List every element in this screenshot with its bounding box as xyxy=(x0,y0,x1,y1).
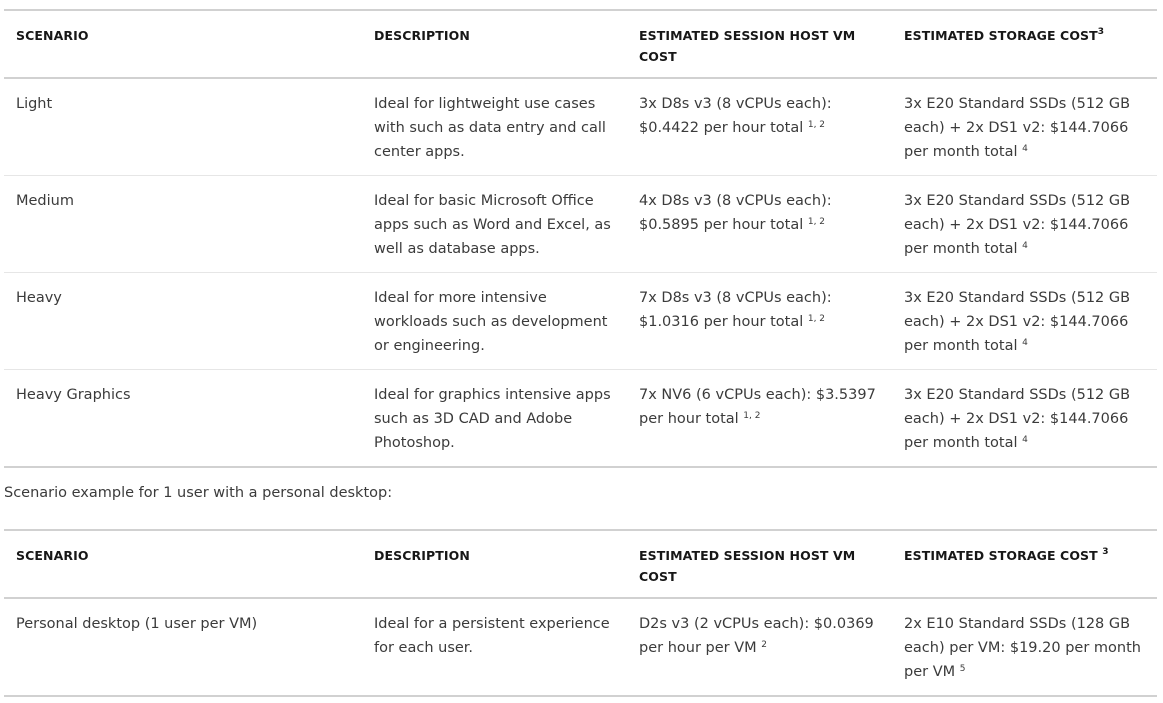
footnote-ref: 5 xyxy=(959,664,966,674)
cell-text: 2x E10 Standard SSDs (128 GB each) per V… xyxy=(904,616,1141,680)
content: SCENARIO DESCRIPTION ESTIMATED SESSION H… xyxy=(4,9,1157,697)
header-label: SCENARIO xyxy=(16,28,89,43)
footnote-ref: 1, 2 xyxy=(743,411,761,421)
cell-text: 3x D8s v3 (8 vCPUs each): $0.4422 per ho… xyxy=(639,96,832,136)
footnote-ref: 3 xyxy=(1102,547,1109,557)
footnote-ref: 4 xyxy=(1022,435,1028,445)
personal-desktop-caption: Scenario example for 1 user with a perso… xyxy=(4,485,393,501)
header-label: DESCRIPTION xyxy=(374,28,470,43)
header-scenario: SCENARIO xyxy=(4,10,362,78)
header-label: ESTIMATED STORAGE COST xyxy=(904,548,1103,563)
cell-storage-cost: 3x E20 Standard SSDs (512 GB each) + 2x … xyxy=(892,176,1157,273)
header-storage-cost: ESTIMATED STORAGE COST 3 xyxy=(892,530,1157,598)
header-label: DESCRIPTION xyxy=(374,548,470,563)
footnote-ref: 1, 2 xyxy=(807,314,826,324)
cell-storage-cost: 3x E20 Standard SSDs (512 GB each) + 2x … xyxy=(892,370,1157,468)
header-label: ESTIMATED STORAGE COST xyxy=(904,28,1098,43)
footnote-ref: 2 xyxy=(761,640,767,650)
cell-description: Ideal for graphics intensive apps such a… xyxy=(374,387,611,451)
footnote-ref: 3 xyxy=(1097,27,1105,37)
footnote-ref: 4 xyxy=(1022,144,1028,154)
cell-description: Ideal for more intensive workloads such … xyxy=(374,290,608,354)
header-vm-cost: ESTIMATED SESSION HOST VM COST xyxy=(627,530,892,598)
cell-vm-cost: D2s v3 (2 vCPUs each): $0.0369 per hour … xyxy=(627,598,892,696)
table-row: Medium Ideal for basic Microsoft Office … xyxy=(4,176,1157,273)
header-storage-cost: ESTIMATED STORAGE COST3 xyxy=(892,10,1157,78)
cell-scenario: Heavy Graphics xyxy=(16,387,131,403)
cell-text: 4x D8s v3 (8 vCPUs each): $0.5895 per ho… xyxy=(639,193,832,233)
table-row: Heavy Ideal for more intensive workloads… xyxy=(4,273,1157,370)
footnote-ref: 4 xyxy=(1022,241,1028,251)
header-description: DESCRIPTION xyxy=(362,10,627,78)
cell-text: 3x E20 Standard SSDs (512 GB each) + 2x … xyxy=(904,193,1131,257)
cell-description: Ideal for a persistent experience for ea… xyxy=(374,616,610,656)
cell-description: Ideal for basic Microsoft Office apps su… xyxy=(374,193,611,257)
table-header-row: SCENARIO DESCRIPTION ESTIMATED SESSION H… xyxy=(4,530,1157,598)
cell-text: D2s v3 (2 vCPUs each): $0.0369 per hour … xyxy=(639,616,874,656)
cell-text: 7x NV6 (6 vCPUs each): $3.5397 per hour … xyxy=(639,387,876,427)
cell-storage-cost: 3x E20 Standard SSDs (512 GB each) + 2x … xyxy=(892,78,1157,176)
table-row: Light Ideal for lightweight use cases wi… xyxy=(4,78,1157,176)
cell-scenario: Light xyxy=(16,96,53,112)
footnote-ref: 1, 2 xyxy=(807,217,826,227)
cell-vm-cost: 3x D8s v3 (8 vCPUs each): $0.4422 per ho… xyxy=(627,78,892,176)
table-row: Heavy Graphics Ideal for graphics intens… xyxy=(4,370,1157,468)
cell-text: 3x E20 Standard SSDs (512 GB each) + 2x … xyxy=(904,290,1131,354)
header-vm-cost: ESTIMATED SESSION HOST VM COST xyxy=(627,10,892,78)
cell-text: 7x D8s v3 (8 vCPUs each): $1.0316 per ho… xyxy=(639,290,832,330)
header-label: SCENARIO xyxy=(16,548,89,563)
cell-storage-cost: 3x E20 Standard SSDs (512 GB each) + 2x … xyxy=(892,273,1157,370)
pooled-scenarios-table: SCENARIO DESCRIPTION ESTIMATED SESSION H… xyxy=(4,9,1157,468)
cell-vm-cost: 7x NV6 (6 vCPUs each): $3.5397 per hour … xyxy=(627,370,892,468)
cell-text: 3x E20 Standard SSDs (512 GB each) + 2x … xyxy=(904,387,1131,451)
cell-vm-cost: 7x D8s v3 (8 vCPUs each): $1.0316 per ho… xyxy=(627,273,892,370)
personal-scenarios-table: SCENARIO DESCRIPTION ESTIMATED SESSION H… xyxy=(4,529,1157,697)
cell-storage-cost: 2x E10 Standard SSDs (128 GB each) per V… xyxy=(892,598,1157,696)
cell-scenario: Medium xyxy=(16,193,74,209)
footnote-ref: 4 xyxy=(1022,338,1028,348)
cell-text: 3x E20 Standard SSDs (512 GB each) + 2x … xyxy=(904,96,1131,160)
header-scenario: SCENARIO xyxy=(4,530,362,598)
cell-description: Ideal for lightweight use cases with suc… xyxy=(374,96,606,160)
cell-scenario: Personal desktop (1 user per VM) xyxy=(16,616,258,632)
table-header-row: SCENARIO DESCRIPTION ESTIMATED SESSION H… xyxy=(4,10,1157,78)
cell-scenario: Heavy xyxy=(16,290,62,306)
header-description: DESCRIPTION xyxy=(362,530,627,598)
header-label: ESTIMATED SESSION HOST VM COST xyxy=(639,548,856,584)
footnote-ref: 1, 2 xyxy=(807,120,826,130)
table-row: Personal desktop (1 user per VM) Ideal f… xyxy=(4,598,1157,696)
header-label: ESTIMATED SESSION HOST VM COST xyxy=(639,28,856,64)
cell-vm-cost: 4x D8s v3 (8 vCPUs each): $0.5895 per ho… xyxy=(627,176,892,273)
